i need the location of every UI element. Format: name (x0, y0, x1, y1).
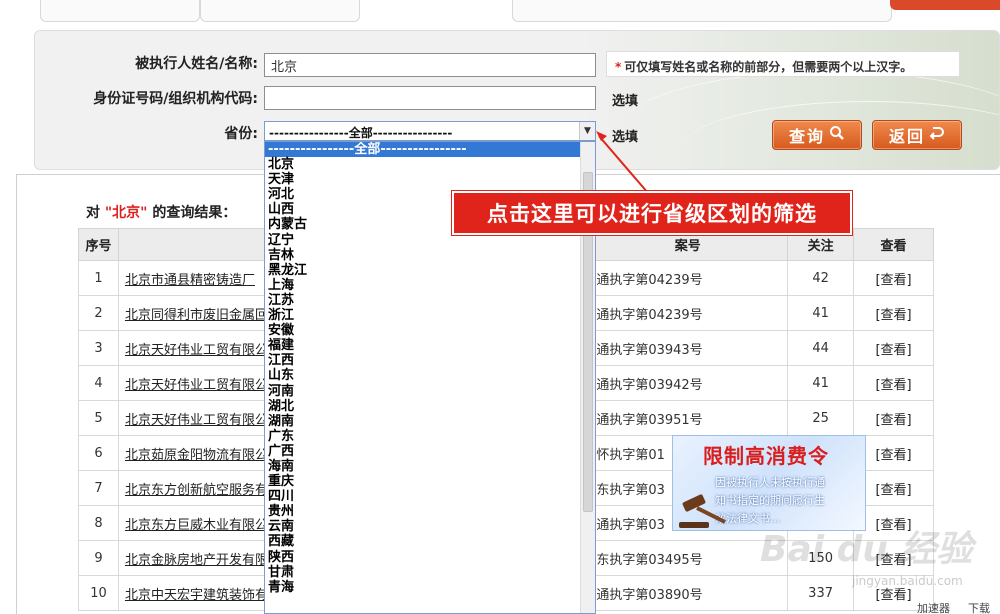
annotation-callout: 点击这里可以进行省级区划的筛选 (452, 191, 852, 235)
high-consumption-banner[interactable]: 限制高消费令 因被执行人未按执行通 知书指定的期间履行生 效法律文书... (672, 435, 866, 531)
status-bar: 加速器 下载 (760, 600, 1000, 614)
download-item[interactable]: 下载 (968, 600, 990, 614)
banner-title: 限制高消费令 (703, 444, 829, 468)
watermark-url: jingyan.baidu.com (852, 574, 963, 588)
watermark: Bai du 经验 (760, 529, 973, 570)
accelerator-item[interactable]: 加速器 (917, 600, 950, 614)
gavel-icon (679, 494, 726, 528)
